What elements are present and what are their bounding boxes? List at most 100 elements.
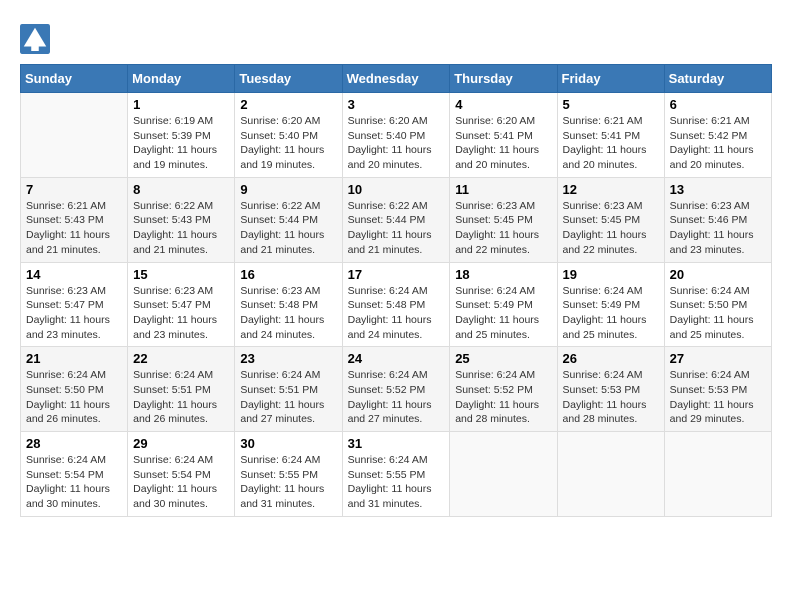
calendar-cell: 8 Sunrise: 6:22 AM Sunset: 5:43 PM Daylig… [128, 177, 235, 262]
calendar-week-row: 21 Sunrise: 6:24 AM Sunset: 5:50 PM Dayli… [21, 347, 772, 432]
day-number: 3 [348, 97, 445, 112]
day-info: Sunrise: 6:22 AM Sunset: 5:44 PM Dayligh… [348, 199, 445, 258]
calendar-cell: 7 Sunrise: 6:21 AM Sunset: 5:43 PM Daylig… [21, 177, 128, 262]
calendar-cell: 25 Sunrise: 6:24 AM Sunset: 5:52 PM Dayli… [450, 347, 557, 432]
day-info: Sunrise: 6:24 AM Sunset: 5:53 PM Dayligh… [563, 368, 659, 427]
day-info: Sunrise: 6:24 AM Sunset: 5:48 PM Dayligh… [348, 284, 445, 343]
calendar-cell: 15 Sunrise: 6:23 AM Sunset: 5:47 PM Dayli… [128, 262, 235, 347]
calendar-cell: 21 Sunrise: 6:24 AM Sunset: 5:50 PM Dayli… [21, 347, 128, 432]
calendar-cell: 18 Sunrise: 6:24 AM Sunset: 5:49 PM Dayli… [450, 262, 557, 347]
day-number: 19 [563, 267, 659, 282]
calendar-cell: 2 Sunrise: 6:20 AM Sunset: 5:40 PM Daylig… [235, 93, 342, 178]
day-number: 14 [26, 267, 122, 282]
day-info: Sunrise: 6:20 AM Sunset: 5:40 PM Dayligh… [240, 114, 336, 173]
day-info: Sunrise: 6:24 AM Sunset: 5:52 PM Dayligh… [348, 368, 445, 427]
day-info: Sunrise: 6:22 AM Sunset: 5:43 PM Dayligh… [133, 199, 229, 258]
calendar-cell: 24 Sunrise: 6:24 AM Sunset: 5:52 PM Dayli… [342, 347, 450, 432]
day-number: 1 [133, 97, 229, 112]
calendar-cell: 16 Sunrise: 6:23 AM Sunset: 5:48 PM Dayli… [235, 262, 342, 347]
day-info: Sunrise: 6:19 AM Sunset: 5:39 PM Dayligh… [133, 114, 229, 173]
day-number: 2 [240, 97, 336, 112]
day-number: 27 [670, 351, 766, 366]
weekday-header: Wednesday [342, 65, 450, 93]
day-number: 24 [348, 351, 445, 366]
day-number: 31 [348, 436, 445, 451]
day-info: Sunrise: 6:23 AM Sunset: 5:45 PM Dayligh… [455, 199, 551, 258]
calendar-cell [557, 432, 664, 517]
calendar-cell: 26 Sunrise: 6:24 AM Sunset: 5:53 PM Dayli… [557, 347, 664, 432]
weekday-header: Sunday [21, 65, 128, 93]
page-header [20, 20, 772, 54]
day-info: Sunrise: 6:24 AM Sunset: 5:49 PM Dayligh… [455, 284, 551, 343]
day-number: 30 [240, 436, 336, 451]
day-info: Sunrise: 6:21 AM Sunset: 5:43 PM Dayligh… [26, 199, 122, 258]
day-number: 29 [133, 436, 229, 451]
weekday-header: Friday [557, 65, 664, 93]
calendar-cell: 14 Sunrise: 6:23 AM Sunset: 5:47 PM Dayli… [21, 262, 128, 347]
calendar-cell: 19 Sunrise: 6:24 AM Sunset: 5:49 PM Dayli… [557, 262, 664, 347]
calendar-cell: 28Sunrise: 6:24 AM Sunset: 5:54 PM Dayli… [21, 432, 128, 517]
day-info: Sunrise: 6:23 AM Sunset: 5:47 PM Dayligh… [133, 284, 229, 343]
calendar-cell: 17 Sunrise: 6:24 AM Sunset: 5:48 PM Dayli… [342, 262, 450, 347]
calendar-cell [664, 432, 771, 517]
day-number: 17 [348, 267, 445, 282]
day-info: Sunrise: 6:24 AM Sunset: 5:49 PM Dayligh… [563, 284, 659, 343]
calendar-cell: 6 Sunrise: 6:21 AM Sunset: 5:42 PM Daylig… [664, 93, 771, 178]
calendar-header: SundayMondayTuesdayWednesdayThursdayFrid… [21, 65, 772, 93]
calendar-cell: 4 Sunrise: 6:20 AM Sunset: 5:41 PM Daylig… [450, 93, 557, 178]
calendar-week-row: 1 Sunrise: 6:19 AM Sunset: 5:39 PM Daylig… [21, 93, 772, 178]
calendar-cell: 23Sunrise: 6:24 AM Sunset: 5:51 PM Dayli… [235, 347, 342, 432]
day-info: Sunrise: 6:21 AM Sunset: 5:42 PM Dayligh… [670, 114, 766, 173]
calendar-week-row: 28Sunrise: 6:24 AM Sunset: 5:54 PM Dayli… [21, 432, 772, 517]
calendar-cell: 5Sunrise: 6:21 AM Sunset: 5:41 PM Daylig… [557, 93, 664, 178]
day-number: 16 [240, 267, 336, 282]
logo-icon [20, 24, 50, 54]
header-row: SundayMondayTuesdayWednesdayThursdayFrid… [21, 65, 772, 93]
calendar-cell: 10Sunrise: 6:22 AM Sunset: 5:44 PM Dayli… [342, 177, 450, 262]
day-number: 6 [670, 97, 766, 112]
day-info: Sunrise: 6:24 AM Sunset: 5:54 PM Dayligh… [26, 453, 122, 512]
calendar-week-row: 14 Sunrise: 6:23 AM Sunset: 5:47 PM Dayli… [21, 262, 772, 347]
calendar-cell: 27Sunrise: 6:24 AM Sunset: 5:53 PM Dayli… [664, 347, 771, 432]
calendar-cell: 20Sunrise: 6:24 AM Sunset: 5:50 PM Dayli… [664, 262, 771, 347]
day-number: 15 [133, 267, 229, 282]
day-info: Sunrise: 6:20 AM Sunset: 5:41 PM Dayligh… [455, 114, 551, 173]
day-number: 26 [563, 351, 659, 366]
day-info: Sunrise: 6:24 AM Sunset: 5:50 PM Dayligh… [26, 368, 122, 427]
day-info: Sunrise: 6:21 AM Sunset: 5:41 PM Dayligh… [563, 114, 659, 173]
calendar-week-row: 7 Sunrise: 6:21 AM Sunset: 5:43 PM Daylig… [21, 177, 772, 262]
day-number: 25 [455, 351, 551, 366]
day-number: 21 [26, 351, 122, 366]
calendar-cell: 11 Sunrise: 6:23 AM Sunset: 5:45 PM Dayli… [450, 177, 557, 262]
calendar-cell: 12 Sunrise: 6:23 AM Sunset: 5:45 PM Dayli… [557, 177, 664, 262]
calendar-table: SundayMondayTuesdayWednesdayThursdayFrid… [20, 64, 772, 517]
calendar-cell [21, 93, 128, 178]
day-info: Sunrise: 6:24 AM Sunset: 5:54 PM Dayligh… [133, 453, 229, 512]
day-number: 22 [133, 351, 229, 366]
calendar-cell [450, 432, 557, 517]
day-number: 4 [455, 97, 551, 112]
day-number: 20 [670, 267, 766, 282]
day-info: Sunrise: 6:24 AM Sunset: 5:52 PM Dayligh… [455, 368, 551, 427]
day-info: Sunrise: 6:23 AM Sunset: 5:46 PM Dayligh… [670, 199, 766, 258]
day-number: 11 [455, 182, 551, 197]
day-info: Sunrise: 6:24 AM Sunset: 5:55 PM Dayligh… [348, 453, 445, 512]
day-number: 7 [26, 182, 122, 197]
day-info: Sunrise: 6:24 AM Sunset: 5:51 PM Dayligh… [133, 368, 229, 427]
calendar-cell: 13Sunrise: 6:23 AM Sunset: 5:46 PM Dayli… [664, 177, 771, 262]
day-info: Sunrise: 6:23 AM Sunset: 5:47 PM Dayligh… [26, 284, 122, 343]
weekday-header: Saturday [664, 65, 771, 93]
calendar-cell: 3Sunrise: 6:20 AM Sunset: 5:40 PM Daylig… [342, 93, 450, 178]
day-info: Sunrise: 6:23 AM Sunset: 5:45 PM Dayligh… [563, 199, 659, 258]
weekday-header: Thursday [450, 65, 557, 93]
logo [20, 20, 54, 54]
calendar-cell: 31 Sunrise: 6:24 AM Sunset: 5:55 PM Dayli… [342, 432, 450, 517]
day-number: 12 [563, 182, 659, 197]
day-info: Sunrise: 6:23 AM Sunset: 5:48 PM Dayligh… [240, 284, 336, 343]
calendar-cell: 9Sunrise: 6:22 AM Sunset: 5:44 PM Daylig… [235, 177, 342, 262]
day-number: 18 [455, 267, 551, 282]
day-info: Sunrise: 6:22 AM Sunset: 5:44 PM Dayligh… [240, 199, 336, 258]
weekday-header: Tuesday [235, 65, 342, 93]
day-number: 8 [133, 182, 229, 197]
calendar-cell: 1 Sunrise: 6:19 AM Sunset: 5:39 PM Daylig… [128, 93, 235, 178]
